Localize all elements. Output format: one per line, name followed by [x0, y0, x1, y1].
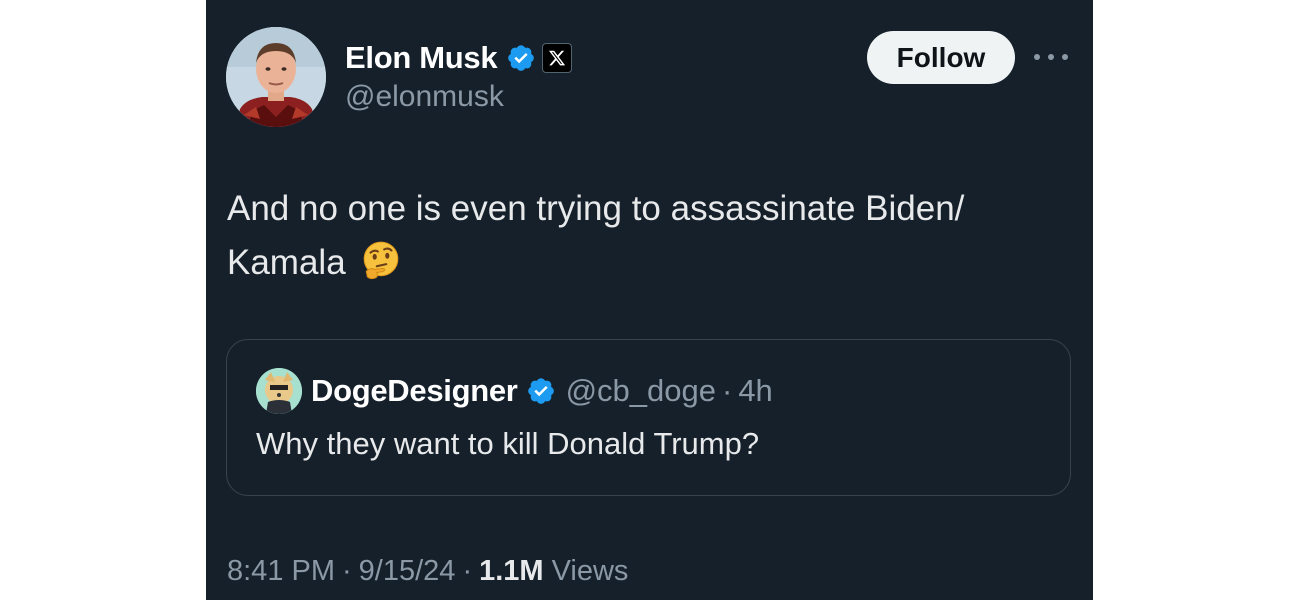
tweet-text-line-1: And no one is even trying to assassinate… — [227, 189, 965, 228]
verified-badge-icon[interactable] — [506, 43, 536, 73]
quoted-timestamp[interactable]: 4h — [738, 373, 772, 409]
author-name-row: Elon Musk — [345, 37, 573, 79]
follow-button[interactable]: Follow — [867, 31, 1015, 84]
tweet-date[interactable]: 9/15/24 — [359, 555, 456, 588]
author-handle[interactable]: @elonmusk — [345, 80, 504, 114]
thinking-face-emoji-icon — [363, 241, 398, 280]
meta-separator: · — [342, 554, 352, 587]
quoted-separator: · — [721, 373, 733, 408]
more-dot — [1048, 54, 1054, 60]
tweet-card: Elon Musk @elonmusk Follow And no one is… — [206, 0, 1093, 600]
more-dot — [1034, 54, 1040, 60]
quoted-tweet[interactable]: DogeDesigner @cb_doge · 4h Why they want… — [226, 339, 1071, 496]
quoted-tweet-text: Why they want to kill Donald Trump? — [256, 426, 760, 461]
more-options-icon[interactable] — [1032, 48, 1072, 68]
meta-separator: · — [462, 554, 473, 587]
quoted-author-avatar[interactable] — [256, 368, 302, 414]
quoted-verified-badge-icon — [527, 378, 554, 404]
tweet-text: And no one is even trying to assassinate… — [227, 182, 1067, 290]
x-logo-icon — [549, 50, 566, 66]
author-avatar-image — [226, 27, 326, 127]
more-dot — [1062, 54, 1068, 60]
quoted-handle[interactable]: @cb_doge — [566, 373, 716, 409]
tweet-text-line-2-wrap: Kamala — [227, 236, 1067, 290]
tweet-meta: 8:41 PM · 9/15/24 · 1.1M Views — [227, 550, 628, 592]
tweet-time[interactable]: 8:41 PM — [227, 555, 335, 588]
author-display-name[interactable]: Elon Musk — [345, 40, 498, 76]
author-avatar[interactable] — [226, 27, 326, 127]
quoted-name-row: DogeDesigner @cb_doge · 4h — [311, 370, 773, 412]
quoted-display-name[interactable]: DogeDesigner — [311, 373, 518, 409]
tweet-text-line-2: Kamala — [227, 243, 346, 282]
x-affiliation-badge-icon[interactable] — [542, 43, 573, 73]
views-label: Views — [551, 554, 629, 587]
views-count: 1.1M — [479, 554, 544, 587]
quoted-avatar-image — [256, 368, 302, 414]
